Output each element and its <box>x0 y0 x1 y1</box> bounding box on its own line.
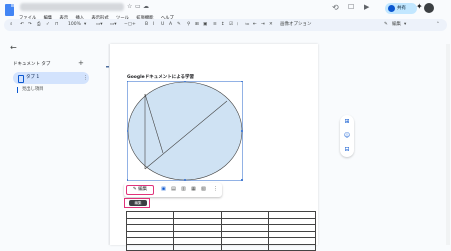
tab-1-label: タブ 1 <box>26 75 40 80</box>
docs-logo-icon[interactable] <box>5 4 14 16</box>
bold-icon[interactable]: B <box>145 19 148 31</box>
zoom-select[interactable]: 100% <box>68 19 81 31</box>
resize-handle[interactable] <box>241 81 243 82</box>
inline-wrap-icon[interactable]: ▣ <box>160 186 167 193</box>
document-tab-icon <box>18 75 24 83</box>
editing-mode-icon[interactable]: ✎ <box>384 19 388 31</box>
outline-heading-label: 見出し項目 <box>22 87 44 92</box>
behind-text-icon[interactable]: ▦ <box>190 186 197 193</box>
wrap-text-icon[interactable]: ▤ <box>170 186 177 193</box>
lock-icon <box>388 5 395 12</box>
paint-format-icon[interactable]: ⊓ <box>55 19 59 31</box>
insert-image-icon[interactable]: ▣ <box>203 19 207 31</box>
document-title[interactable] <box>20 3 124 11</box>
highlight-icon[interactable]: ✎ <box>177 19 181 31</box>
gemini-icon[interactable]: ✦ <box>416 2 423 11</box>
cloud-icon[interactable]: ☁ <box>143 3 149 10</box>
add-comment-icon[interactable]: ⊞ <box>343 118 351 126</box>
chevron-up-icon[interactable]: ⌃ <box>436 19 440 31</box>
italic-icon[interactable]: I <box>153 19 154 31</box>
chevron-down-icon: ▾ <box>84 22 87 27</box>
break-text-icon[interactable]: ▥ <box>180 186 187 193</box>
print-icon[interactable]: ⎙ <box>37 19 41 31</box>
bulleted-list-icon[interactable]: ⁝ <box>237 19 238 31</box>
edit-button-label: 編集 <box>138 187 148 192</box>
link-icon[interactable]: ⚲ <box>187 19 190 31</box>
image-options-button[interactable]: 画像オプション <box>280 19 312 31</box>
clear-formatting-icon[interactable]: ✕ <box>269 19 273 31</box>
share-button[interactable]: 共有 <box>385 3 417 14</box>
document-tabs-title: ドキュメント タブ <box>13 62 51 67</box>
font-size-field[interactable]: −▢+ <box>124 19 136 31</box>
document-heading-text[interactable]: Googleドキュメントによる学習 <box>127 74 194 80</box>
outline-heading-item[interactable]: 見出し項目 <box>16 86 43 92</box>
image-inline-toolbar: ✎ 編集 ▣ ▤ ▥ ▦ ▧ ⋮ <box>124 183 222 197</box>
add-tab-button[interactable]: + <box>78 59 84 67</box>
style-select[interactable]: ▭▾ <box>96 19 103 31</box>
emoji-reaction-icon[interactable]: ☺ <box>343 132 351 140</box>
increase-indent-icon[interactable]: ⇥ <box>261 19 265 31</box>
history-icon[interactable]: ⟲ <box>332 3 339 12</box>
in-front-of-text-icon[interactable]: ▧ <box>200 186 207 193</box>
video-call-icon[interactable]: ▶ <box>364 3 369 11</box>
numbered-list-icon[interactable]: ≔ <box>245 19 250 31</box>
search-menus-icon[interactable]: ⌕ <box>10 19 13 31</box>
resize-handle[interactable] <box>241 130 243 132</box>
resize-handle[interactable] <box>127 81 128 82</box>
spellcheck-icon[interactable]: ✓ <box>46 19 50 31</box>
resize-handle[interactable] <box>184 179 186 181</box>
redo-icon[interactable]: ↷ <box>28 19 32 31</box>
document-table[interactable] <box>125 211 317 251</box>
back-arrow-icon[interactable]: ← <box>10 43 17 52</box>
font-select[interactable]: ▭▾ <box>110 19 117 31</box>
comment-icon[interactable]: ☐ <box>348 3 354 11</box>
floating-action-panel: ⊞ ☺ ⊟ <box>340 115 354 157</box>
suggest-edits-icon[interactable]: ⊟ <box>343 146 351 154</box>
more-options-icon[interactable]: ⋮ <box>212 186 219 193</box>
avatar[interactable] <box>424 3 434 13</box>
tab-1[interactable]: タブ 1 ⋮ <box>13 72 89 84</box>
edit-drawing-button[interactable]: ✎ 編集 <box>126 185 154 195</box>
resize-handle[interactable] <box>127 130 128 132</box>
editing-mode-select[interactable]: 編集 <box>392 19 401 31</box>
formatting-toolbar: ⌕ ↶ ↷ ⎙ ✓ ⊓ 100% ▾ ▭▾ ▭▾ −▢+ B I U A ✎ ⚲… <box>4 19 447 31</box>
edit-tooltip: 編集 <box>129 200 147 206</box>
share-label: 共有 <box>397 6 406 11</box>
text-color-icon[interactable]: A <box>169 19 172 31</box>
underline-icon[interactable]: U <box>161 19 164 31</box>
resize-handle[interactable] <box>184 81 186 82</box>
chevron-down-icon: ▾ <box>404 22 407 27</box>
drawing-image[interactable] <box>127 81 243 181</box>
undo-icon[interactable]: ↶ <box>20 19 24 31</box>
move-icon[interactable]: ▭ <box>135 3 141 10</box>
checklist-icon[interactable]: ☑ <box>229 19 233 31</box>
vertical-scrollbar[interactable] <box>446 44 450 245</box>
more-options-icon[interactable]: ⋮ <box>83 72 88 84</box>
decrease-indent-icon[interactable]: ⇤ <box>253 19 257 31</box>
align-icon[interactable]: ≡ <box>213 19 217 31</box>
resize-handle[interactable] <box>127 179 128 181</box>
add-comment-icon[interactable]: ⊞ <box>195 19 199 31</box>
line-spacing-icon[interactable]: ↕ <box>221 19 225 31</box>
star-icon[interactable]: ☆ <box>127 3 132 10</box>
resize-handle[interactable] <box>241 179 243 181</box>
